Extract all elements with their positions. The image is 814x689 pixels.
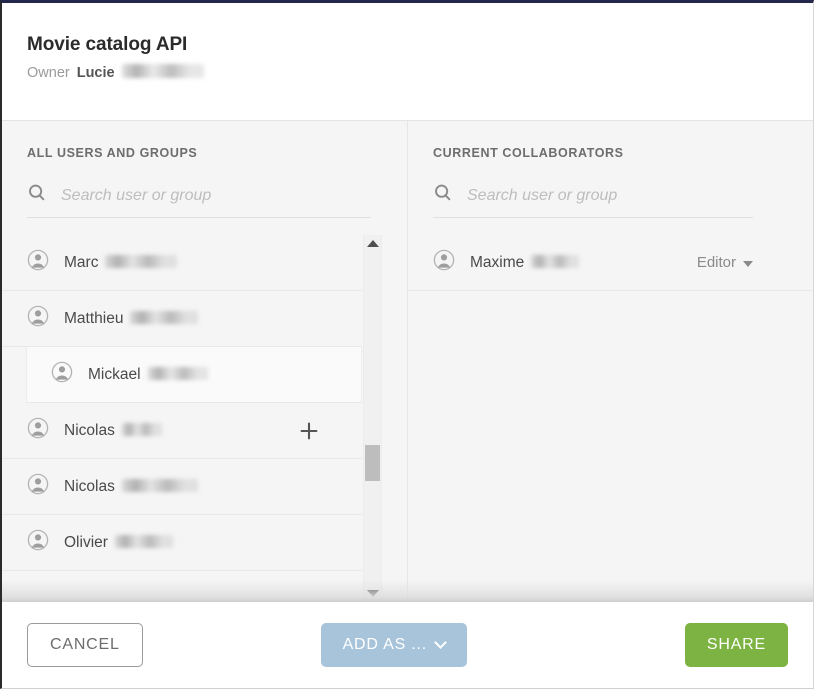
list-item-first-name: Olivier xyxy=(64,534,108,552)
triangle-down-icon xyxy=(367,590,379,597)
page-title: Movie catalog API xyxy=(27,33,813,57)
footer-right: SHARE xyxy=(685,623,788,667)
collaborators-panel-title: CURRENT COLLABORATORS xyxy=(408,121,813,160)
collaborator-name: Maxime xyxy=(470,254,579,272)
list-item-name-redacted xyxy=(115,535,173,548)
share-dialog: Movie catalog API Owner Lucie ALL USERS … xyxy=(0,0,814,689)
owner-label: Owner xyxy=(27,64,70,83)
list-item-label: Matthieu xyxy=(64,310,198,328)
owner-name: Lucie xyxy=(77,64,115,83)
all-users-and-groups-panel: ALL USERS AND GROUPS xyxy=(2,121,408,602)
search-input[interactable] xyxy=(61,187,371,205)
add-as-label: ADD AS ... xyxy=(343,636,427,654)
avatar-icon xyxy=(51,361,73,388)
scrollbar-thumb[interactable] xyxy=(365,445,380,481)
list-item-label: Nicolas xyxy=(64,478,198,496)
list-item-first-name: Marc xyxy=(64,254,98,272)
triangle-up-icon xyxy=(367,240,379,247)
search-input[interactable] xyxy=(467,187,753,205)
all-users-list-wrap: Marc xyxy=(2,235,407,602)
avatar-icon xyxy=(27,473,49,500)
all-users-panel-title: ALL USERS AND GROUPS xyxy=(2,121,407,160)
collaborators-list: Maxime Editor xyxy=(408,235,813,602)
list-item-first-name: Nicolas xyxy=(64,478,115,496)
all-users-search[interactable] xyxy=(27,183,371,218)
collaborator-role-dropdown[interactable]: Editor xyxy=(697,254,753,271)
owner-line: Owner Lucie xyxy=(27,63,813,83)
list-item[interactable]: Mickael xyxy=(26,347,362,403)
avatar-icon xyxy=(433,249,455,276)
footer-center: ADD AS ... xyxy=(103,623,685,667)
all-users-scrollbar[interactable] xyxy=(363,235,382,602)
search-icon xyxy=(433,183,453,208)
collaborator-row[interactable]: Maxime Editor xyxy=(408,235,813,291)
add-user-button[interactable] xyxy=(296,418,322,444)
list-item-name-redacted xyxy=(122,479,198,492)
dialog-body: ALL USERS AND GROUPS xyxy=(2,120,813,602)
collaborators-list-wrap: Maxime Editor xyxy=(408,235,813,602)
scroll-up-button[interactable] xyxy=(364,235,381,252)
scrollbar-track[interactable] xyxy=(364,252,381,585)
list-item-name-redacted xyxy=(148,367,208,380)
dialog-header: Movie catalog API Owner Lucie xyxy=(2,3,813,120)
owner-name-redacted xyxy=(122,64,204,78)
list-item-label: Olivier xyxy=(64,534,173,552)
search-icon xyxy=(27,183,47,208)
add-as-button[interactable]: ADD AS ... xyxy=(321,623,467,667)
current-collaborators-panel: CURRENT COLLABORATORS xyxy=(408,121,813,602)
list-item-first-name: Matthieu xyxy=(64,310,123,328)
collaborator-first-name: Maxime xyxy=(470,254,524,272)
all-users-list: Marc xyxy=(2,235,362,602)
collaborator-name-redacted xyxy=(531,255,579,268)
caret-down-icon xyxy=(743,261,753,267)
avatar-icon xyxy=(27,249,49,276)
list-item-label: Nicolas xyxy=(64,422,162,440)
list-item-name-redacted xyxy=(122,423,162,436)
scroll-down-button[interactable] xyxy=(364,585,381,602)
list-item-first-name: Mickael xyxy=(88,366,141,384)
list-item-name-redacted xyxy=(130,311,198,324)
list-item-label: Mickael xyxy=(88,366,208,384)
chevron-down-icon xyxy=(434,636,447,649)
share-button[interactable]: SHARE xyxy=(685,623,788,667)
list-item-first-name: Nicolas xyxy=(64,422,115,440)
list-item[interactable]: Matthieu xyxy=(2,291,362,347)
collaborators-search[interactable] xyxy=(433,183,753,218)
list-item[interactable]: Nicolas xyxy=(2,459,362,515)
list-item[interactable]: Olivier xyxy=(2,515,362,571)
dialog-footer: CANCEL ADD AS ... SHARE xyxy=(2,602,813,688)
avatar-icon xyxy=(27,529,49,556)
collaborator-role-label: Editor xyxy=(697,254,736,271)
list-item-label: Marc xyxy=(64,254,177,272)
list-item[interactable]: Marc xyxy=(2,235,362,291)
avatar-icon xyxy=(27,305,49,332)
list-item[interactable]: Nicolas xyxy=(2,403,362,459)
avatar-icon xyxy=(27,417,49,444)
list-item-name-redacted xyxy=(105,255,177,268)
